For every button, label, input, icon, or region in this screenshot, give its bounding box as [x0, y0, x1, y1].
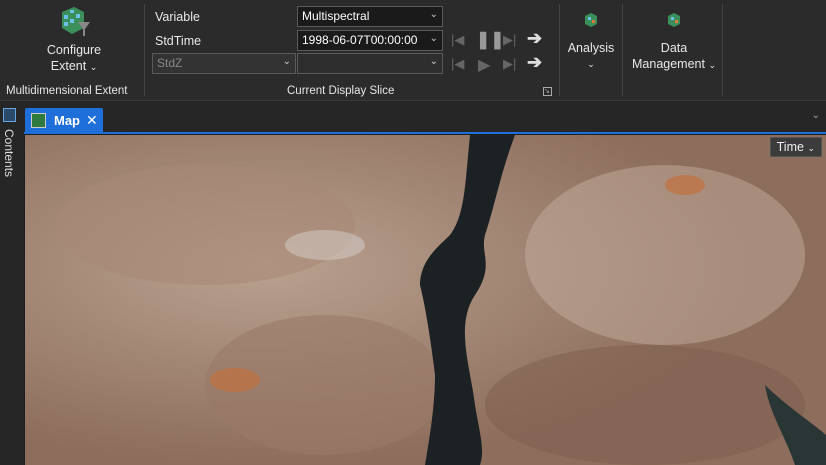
chevron-down-icon: ⌄	[429, 33, 438, 44]
chevron-down-icon: ⌄	[89, 62, 98, 72]
stdz-value-dropdown[interactable]: ⌄	[297, 53, 443, 74]
map-icon	[31, 113, 46, 128]
time-label: Time	[776, 140, 804, 154]
contents-pane-icon[interactable]	[3, 108, 16, 122]
divider	[722, 4, 723, 96]
ribbon: Configure Extent ⌄ Multidimensional Exte…	[0, 0, 826, 101]
divider	[622, 4, 623, 96]
variable-value: Multispectral	[302, 9, 370, 23]
divider	[559, 4, 560, 96]
satellite-imagery	[25, 135, 826, 465]
stdtime-value: 1998-06-07T00:00:00	[302, 33, 418, 47]
chevron-down-icon: ⌄	[807, 143, 815, 153]
extent-label: Extent	[50, 59, 87, 73]
chevron-down-icon: ⌄	[708, 60, 716, 70]
configure-label: Configure	[46, 43, 102, 57]
tab-bar: Map ✕ ⌄	[24, 101, 826, 134]
stdz-dropdown[interactable]: StdZ ⌄	[152, 53, 296, 74]
chevron-down-icon: ⌄	[587, 59, 595, 69]
pause-icon[interactable]: ❚❚	[476, 30, 505, 50]
variable-label: Variable	[155, 10, 200, 24]
divider	[144, 4, 145, 96]
contents-tab[interactable]: Contents	[2, 129, 16, 177]
management-label: Management	[632, 57, 705, 71]
chevron-down-icon: ⌄	[282, 56, 291, 67]
play-icon[interactable]: ▶	[478, 55, 490, 75]
configure-extent-button[interactable]: Configure Extent ⌄	[38, 4, 110, 75]
stdtime-dropdown[interactable]: 1998-06-07T00:00:00 ⌄	[297, 30, 443, 51]
next-arrow-icon[interactable]: ➔	[527, 52, 542, 73]
analysis-button[interactable]: Analysis ⌄	[563, 12, 619, 72]
close-icon[interactable]: ✕	[86, 112, 98, 129]
time-button[interactable]: Time ⌄	[769, 137, 822, 157]
variable-dropdown[interactable]: Multispectral ⌄	[297, 6, 443, 27]
dialog-launcher-icon[interactable]: ↘	[543, 87, 552, 96]
chevron-down-icon: ⌄	[429, 9, 438, 20]
last-slice-icon[interactable]: ▶|	[503, 32, 516, 48]
map-view[interactable]: Time ⌄	[25, 135, 826, 465]
data-management-button[interactable]: Data Management ⌄	[626, 12, 722, 73]
cube-icon	[585, 13, 597, 27]
cube-icon	[668, 13, 680, 27]
contents-sidebar: Contents	[0, 101, 24, 465]
tab-map[interactable]: Map ✕	[25, 108, 103, 134]
stdtime-label: StdTime	[155, 34, 202, 48]
tab-label: Map	[54, 113, 80, 128]
first-slice-icon[interactable]: |◀	[451, 56, 464, 72]
data-label: Data	[660, 41, 688, 55]
first-slice-icon[interactable]: |◀	[451, 32, 464, 48]
group-label-current-display-slice: Current Display Slice	[287, 85, 395, 97]
cube-filter-icon	[62, 7, 90, 36]
next-arrow-icon[interactable]: ➔	[527, 28, 542, 49]
analysis-label: Analysis	[567, 41, 615, 55]
chevron-down-icon[interactable]: ⌄	[812, 110, 820, 121]
last-slice-icon[interactable]: ▶|	[503, 56, 516, 72]
group-label-multidimensional-extent: Multidimensional Extent	[6, 85, 128, 97]
stdz-placeholder: StdZ	[157, 56, 183, 70]
chevron-down-icon: ⌄	[429, 56, 438, 67]
